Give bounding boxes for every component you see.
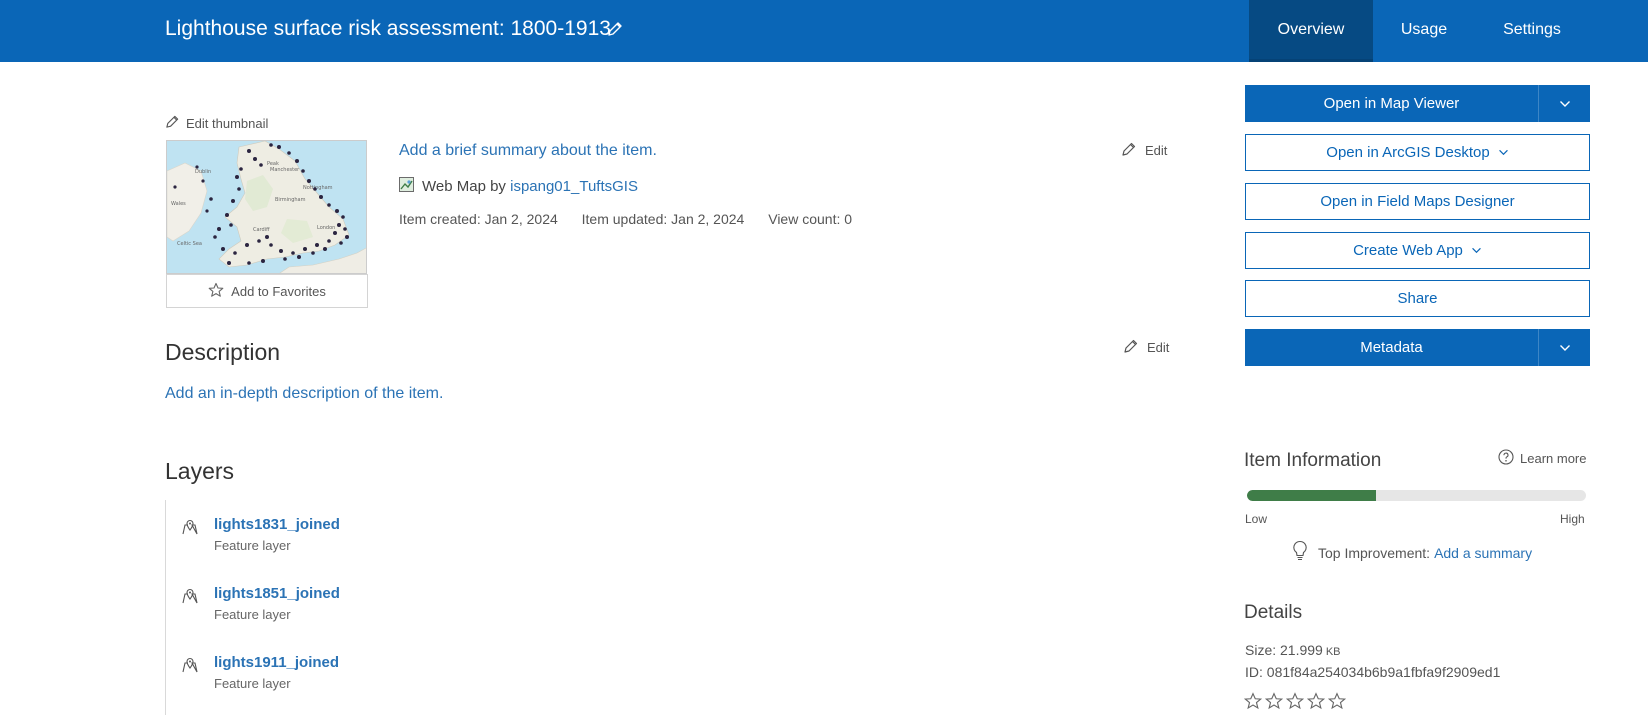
learn-more-label: Learn more: [1520, 451, 1587, 466]
map-thumbnail: Dublin Peak Manchester Nottingham Birmin…: [166, 140, 367, 274]
chevron-down-icon: [1559, 344, 1570, 351]
chevron-down-icon: [1559, 100, 1570, 107]
layer-item: lights1911_joined Feature layer: [181, 654, 581, 704]
edit-description-button[interactable]: Edit: [1123, 338, 1169, 357]
pencil-icon: [165, 114, 180, 132]
svg-text:Wales: Wales: [171, 201, 186, 207]
svg-text:Nottingham: Nottingham: [303, 185, 333, 191]
feature-layer-icon: [181, 587, 199, 605]
add-description-link[interactable]: Add an in-depth description of the item.: [165, 385, 443, 403]
feature-layer-icon: [181, 518, 199, 536]
open-map-viewer-button[interactable]: Open in Map Viewer: [1245, 85, 1538, 122]
feature-layer-icon: [181, 656, 199, 674]
help-circle-icon: [1498, 449, 1514, 468]
chevron-down-icon: [1472, 247, 1481, 254]
svg-text:Celtic Sea: Celtic Sea: [177, 241, 202, 247]
pencil-icon: [1121, 141, 1137, 160]
star-icon: [1286, 692, 1304, 710]
owner-link[interactable]: ispang01_TuftsGIS: [510, 178, 638, 195]
layer-type: Feature layer: [214, 676, 291, 691]
item-created: Item created: Jan 2, 2024: [399, 211, 558, 227]
svg-text:Birmingham: Birmingham: [275, 197, 306, 203]
star-icon: [1244, 692, 1262, 710]
open-desktop-label: Open in ArcGIS Desktop: [1326, 144, 1490, 161]
top-improvement: Top Improvement: Add a summary: [1292, 540, 1532, 565]
favorites-label: Add to Favorites: [231, 283, 326, 299]
layer-name-link[interactable]: lights1851_joined: [214, 585, 340, 602]
create-web-app-label: Create Web App: [1353, 242, 1463, 259]
svg-text:London: London: [317, 225, 335, 231]
layer-item: lights1851_joined Feature layer: [181, 585, 581, 635]
web-map-icon: [399, 177, 414, 196]
star-icon: [208, 282, 224, 301]
by-label: by: [490, 178, 506, 195]
star-icon: [1307, 692, 1325, 710]
item-id: ID: 081f84a254034b6b9a1fbfa9f2909ed1: [1245, 664, 1501, 680]
page-title: Lighthouse surface risk assessment: 1800…: [165, 17, 611, 40]
item-type-line: Web Map by ispang01_TuftsGIS: [399, 177, 638, 196]
layer-item: lights1831_joined Feature layer: [181, 516, 581, 566]
pencil-icon: [1123, 338, 1139, 357]
edit-summary-button[interactable]: Edit: [1121, 141, 1167, 160]
score-bar-fill: [1247, 490, 1376, 501]
score-high-label: High: [1560, 512, 1585, 526]
size-value: Size: 21.999: [1245, 642, 1323, 658]
score-low-label: Low: [1245, 512, 1268, 526]
details-heading: Details: [1244, 602, 1303, 623]
svg-text:Manchester: Manchester: [270, 167, 300, 173]
layers-divider: [165, 500, 166, 715]
open-field-maps-designer-button[interactable]: Open in Field Maps Designer: [1245, 183, 1590, 220]
description-heading: Description: [165, 339, 281, 365]
add-to-favorites-button[interactable]: Add to Favorites: [166, 274, 368, 308]
layer-type: Feature layer: [214, 607, 291, 622]
edit-thumbnail-label: Edit thumbnail: [186, 115, 269, 131]
star-icon: [1265, 692, 1283, 710]
metadata-button[interactable]: Metadata: [1245, 329, 1538, 366]
chevron-down-icon: [1498, 149, 1508, 156]
add-summary-improvement-link[interactable]: Add a summary: [1434, 545, 1532, 561]
top-header-bar: Lighthouse surface risk assessment: 1800…: [0, 0, 1648, 62]
item-updated: Item updated: Jan 2, 2024: [581, 211, 745, 227]
edit-title-pencil-icon[interactable]: [606, 20, 626, 40]
lightbulb-icon: [1292, 540, 1308, 565]
edit-thumbnail-button[interactable]: Edit thumbnail: [165, 114, 268, 132]
create-web-app-button[interactable]: Create Web App: [1245, 232, 1590, 269]
svg-text:Cardiff: Cardiff: [253, 227, 270, 233]
svg-text:Dublin: Dublin: [195, 169, 211, 175]
size-unit: KB: [1325, 646, 1341, 658]
item-type: Web Map: [422, 178, 486, 195]
layer-type: Feature layer: [214, 538, 291, 553]
metadata-group: Metadata: [1245, 329, 1590, 366]
tab-usage[interactable]: Usage: [1380, 0, 1468, 62]
tab-settings[interactable]: Settings: [1487, 0, 1577, 62]
rating-stars[interactable]: [1244, 692, 1346, 710]
layer-name-link[interactable]: lights1831_joined: [214, 516, 340, 533]
learn-more-link[interactable]: Learn more: [1498, 449, 1586, 468]
edit-label: Edit: [1147, 340, 1170, 355]
size-line: Size: 21.999 KB: [1245, 642, 1341, 658]
star-icon: [1328, 692, 1346, 710]
metadata-dropdown-button[interactable]: [1538, 329, 1590, 366]
open-map-viewer-group: Open in Map Viewer: [1245, 85, 1590, 122]
map-viewer-dropdown-button[interactable]: [1538, 85, 1590, 122]
layer-name-link[interactable]: lights1911_joined: [214, 654, 339, 671]
open-arcgis-desktop-button[interactable]: Open in ArcGIS Desktop: [1245, 134, 1590, 171]
tab-overview[interactable]: Overview: [1249, 0, 1373, 62]
layers-heading: Layers: [165, 458, 235, 484]
item-info-score-bar: [1247, 490, 1586, 501]
item-information-heading: Item Information: [1244, 450, 1382, 471]
improvement-label: Top Improvement:: [1318, 544, 1431, 561]
item-metadata-line: Item created: Jan 2, 2024 Item updated: …: [399, 211, 872, 227]
add-summary-link[interactable]: Add a brief summary about the item.: [399, 142, 657, 160]
view-count: View count: 0: [768, 211, 853, 227]
edit-label: Edit: [1145, 143, 1168, 158]
share-button[interactable]: Share: [1245, 280, 1590, 317]
